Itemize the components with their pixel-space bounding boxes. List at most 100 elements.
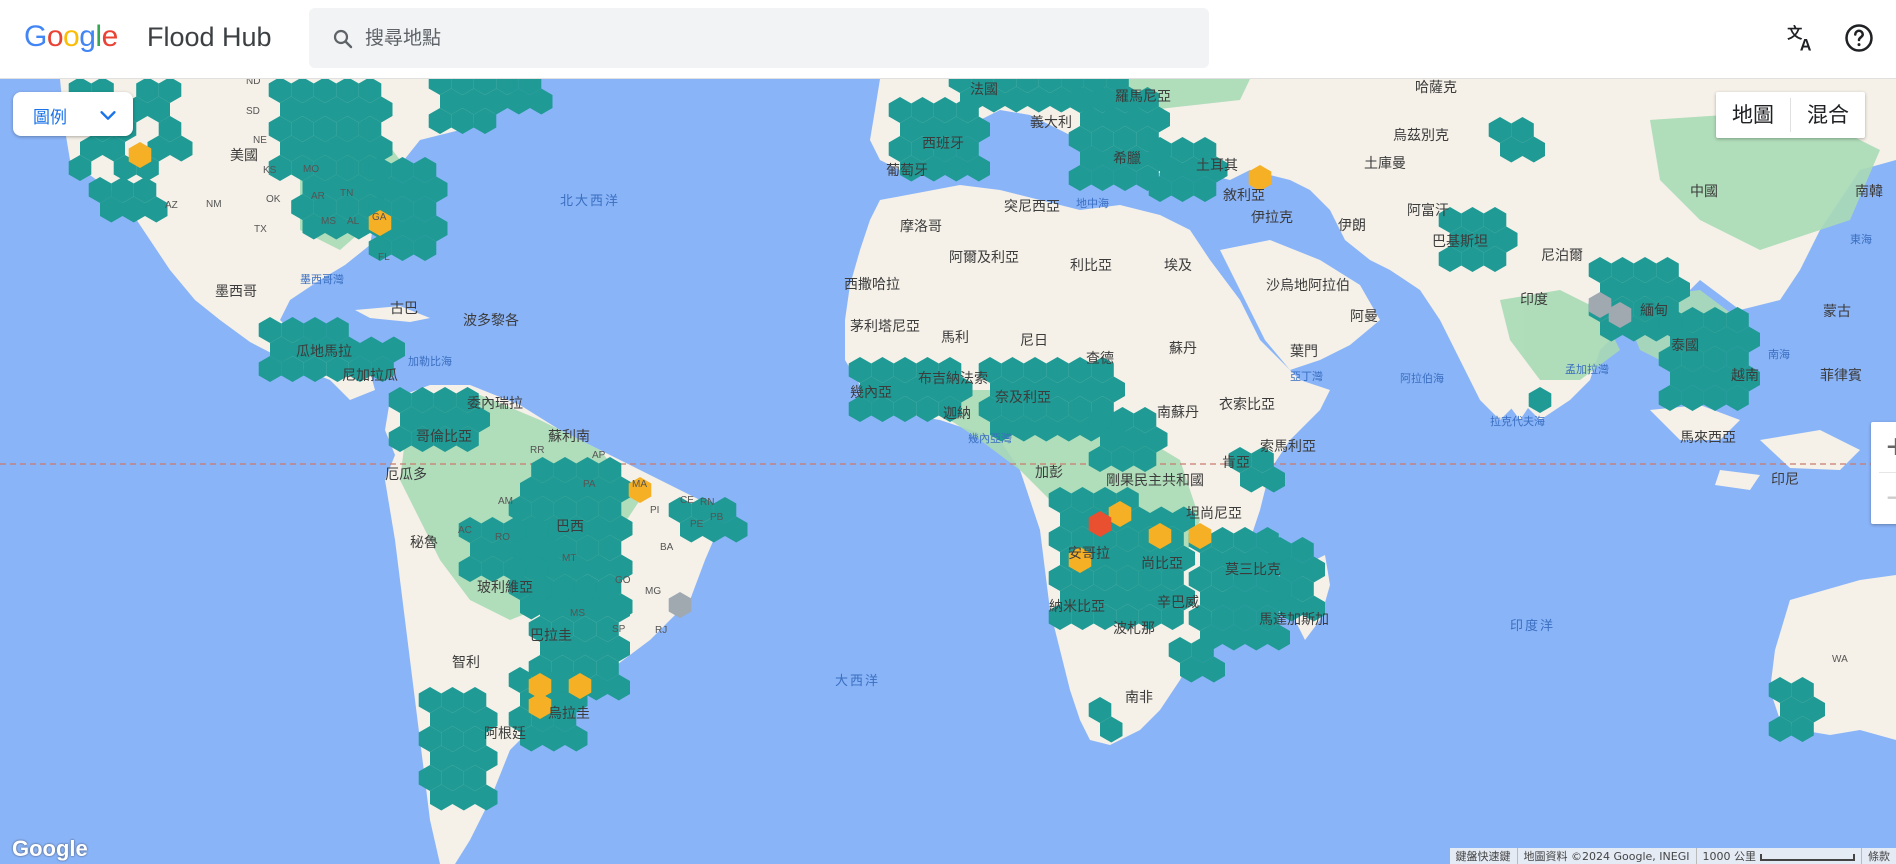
- label-south-africa: 南非: [1125, 690, 1153, 706]
- label-state-ms: MS: [321, 216, 336, 227]
- label-gabon: 加彭: [1035, 465, 1063, 481]
- label-pakistan: 巴基斯坦: [1432, 233, 1488, 250]
- google-logo[interactable]: Google: [24, 20, 118, 54]
- zoom-in-button[interactable]: +: [1871, 422, 1896, 472]
- label-state-go: GO: [615, 575, 631, 586]
- svg-text:A: A: [1800, 37, 1812, 54]
- label-china: 中國: [1690, 184, 1718, 200]
- label-indian-ocean: 印度洋: [1510, 618, 1555, 634]
- search-input[interactable]: [365, 22, 1185, 54]
- search-icon: [333, 29, 353, 49]
- label-state-al: AL: [347, 216, 360, 227]
- label-western-sahara: 西撒哈拉: [844, 277, 900, 293]
- label-south-korea: 南韓: [1855, 184, 1883, 200]
- label-state-sp: SP: [612, 624, 626, 635]
- label-state-pe: PE: [690, 519, 704, 530]
- translate-icon[interactable]: 文A: [1783, 20, 1819, 56]
- label-namibia: 納米比亞: [1049, 599, 1105, 615]
- label-romania: 羅馬尼亞: [1115, 89, 1171, 105]
- help-icon[interactable]: [1841, 20, 1877, 56]
- label-myanmar: 緬甸: [1640, 303, 1668, 319]
- label-chad: 查德: [1086, 351, 1114, 367]
- label-peru: 秘魯: [410, 535, 438, 551]
- label-mauritania: 茅利塔尼亞: [850, 319, 920, 335]
- label-state-sd: SD: [246, 106, 260, 117]
- label-gulf-mexico: 墨西哥灣: [300, 273, 344, 286]
- label-portugal: 葡萄牙: [886, 163, 928, 179]
- label-zimbabwe: 辛巴威: [1157, 595, 1199, 611]
- label-somalia: 索馬利亞: [1260, 438, 1316, 455]
- label-uzbekistan: 烏茲別克: [1393, 127, 1449, 144]
- terms-link[interactable]: 條款: [1861, 848, 1896, 864]
- label-egypt: 埃及: [1164, 258, 1192, 274]
- label-state-pb: PB: [710, 512, 724, 523]
- label-state-ms: MS: [570, 608, 585, 619]
- google-map-logo[interactable]: Google: [12, 836, 88, 862]
- label-state-ro: RO: [495, 532, 510, 543]
- label-state-nm: NM: [206, 199, 222, 210]
- label-burkina-faso: 布吉納法索: [918, 370, 988, 387]
- label-ethiopia: 衣索比亞: [1219, 396, 1275, 413]
- legend-button[interactable]: 圖例: [13, 92, 133, 136]
- label-iran: 伊朗: [1338, 218, 1366, 234]
- label-state-fl: FL: [378, 252, 390, 263]
- label-state-mt: MT: [562, 553, 576, 564]
- label-atlantic: 大西洋: [835, 674, 880, 689]
- label-iraq: 伊拉克: [1251, 210, 1293, 226]
- map-type-hybrid-button[interactable]: 混合: [1791, 92, 1865, 138]
- map-type-control[interactable]: 地圖 混合: [1716, 92, 1865, 138]
- label-state-ne: NE: [253, 135, 267, 146]
- map-attribution: 地圖資料 ©2024 Google, INEGI: [1516, 848, 1696, 864]
- label-state-pi: PI: [650, 505, 659, 516]
- label-laccadive: 拉克代夫海: [1490, 414, 1545, 428]
- label-syria: 敘利亞: [1223, 187, 1265, 204]
- label-state-rn: RN: [700, 497, 714, 508]
- label-state-ks: KS: [263, 165, 277, 176]
- flood-map[interactable]: 北大西洋 墨西哥灣 加勒比海 大西洋 地中海 亞丁灣 阿拉伯海 孟加拉灣 拉克代…: [0, 79, 1896, 864]
- label-chile: 智利: [452, 655, 480, 671]
- label-state-tx: TX: [254, 224, 267, 235]
- label-state-tn: TN: [340, 188, 353, 199]
- label-venezuela: 委內瑞拉: [467, 396, 523, 412]
- keyboard-shortcuts-link[interactable]: 鍵盤快速鍵: [1450, 848, 1517, 864]
- label-state-ba: BA: [660, 542, 674, 553]
- label-libya: 利比亞: [1070, 258, 1112, 274]
- label-state-ga: GA: [372, 212, 387, 223]
- label-morocco: 摩洛哥: [900, 218, 942, 235]
- label-south-china-sea: 南海: [1768, 347, 1790, 361]
- label-state-ac: AC: [458, 525, 472, 536]
- zoom-out-button[interactable]: −: [1871, 473, 1896, 523]
- label-state-ma: MA: [632, 479, 647, 490]
- label-kenya: 肯亞: [1222, 455, 1250, 471]
- label-italy: 義大利: [1030, 114, 1072, 131]
- label-kazakhstan: 哈薩克: [1415, 80, 1457, 96]
- label-australia-wa: WA: [1832, 654, 1848, 665]
- label-state-ar: AR: [311, 191, 325, 202]
- label-gulf-guinea: 幾內亞灣: [968, 432, 1012, 445]
- top-app-bar: Google Flood Hub 文A: [0, 0, 1896, 79]
- search-box[interactable]: [309, 8, 1209, 68]
- label-nigeria: 奈及利亞: [995, 390, 1051, 406]
- product-name[interactable]: Flood Hub: [147, 22, 272, 53]
- label-madagascar: 馬達加斯加: [1259, 612, 1329, 628]
- label-state-mg: MG: [645, 586, 661, 597]
- scale-indicator[interactable]: 1000 公里: [1695, 848, 1862, 864]
- label-turkmenistan: 土庫曼: [1364, 155, 1406, 172]
- label-nepal: 尼泊爾: [1541, 248, 1583, 264]
- scale-bar: [1760, 853, 1855, 861]
- label-state-am: AM: [498, 496, 513, 507]
- label-state-mo: MO: [303, 164, 319, 175]
- zoom-control[interactable]: + −: [1871, 422, 1896, 524]
- label-turkey: 土耳其: [1196, 158, 1238, 174]
- label-argentina: 阿根廷: [484, 726, 526, 742]
- label-south-sudan: 南蘇丹: [1157, 405, 1199, 421]
- label-algeria: 阿爾及利亞: [949, 250, 1019, 266]
- label-colombia: 哥倫比亞: [416, 429, 472, 445]
- label-caribbean: 加勒比海: [408, 354, 452, 368]
- label-mediterranean: 地中海: [1076, 196, 1109, 210]
- legend-label: 圖例: [33, 108, 67, 128]
- map-type-map-button[interactable]: 地圖: [1716, 92, 1790, 138]
- map-canvas[interactable]: 北大西洋 墨西哥灣 加勒比海 大西洋 地中海 亞丁灣 阿拉伯海 孟加拉灣 拉克代…: [0, 79, 1896, 864]
- label-guatemala: 瓜地馬拉: [296, 344, 352, 360]
- label-france: 法國: [970, 82, 998, 98]
